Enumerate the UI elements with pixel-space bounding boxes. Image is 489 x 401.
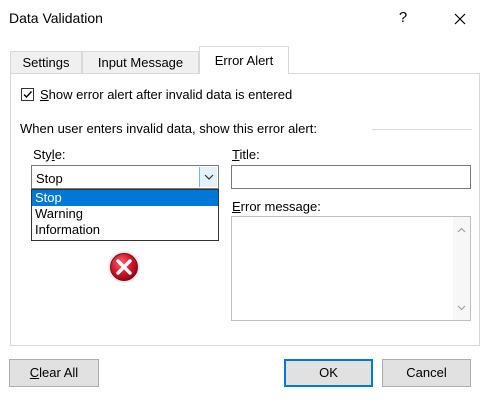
title-label: Title: (232, 147, 260, 162)
style-option-warning[interactable]: Warning (32, 206, 218, 222)
scroll-down-icon[interactable] (457, 305, 466, 311)
title-input[interactable] (231, 165, 471, 189)
error-stop-icon (108, 251, 140, 283)
cancel-button[interactable]: Cancel (382, 359, 471, 387)
style-dropdown-list: Stop Warning Information (31, 189, 219, 241)
close-button[interactable] (447, 7, 473, 31)
show-error-alert-label[interactable]: Show error alert after invalid data is e… (40, 87, 292, 102)
style-dropdown-button[interactable] (199, 167, 217, 187)
clear-all-button[interactable]: Clear All (9, 359, 99, 387)
error-message-textarea[interactable] (231, 216, 471, 321)
tab-settings[interactable]: Settings (10, 51, 82, 73)
help-button[interactable]: ? (391, 6, 415, 30)
ok-button[interactable]: OK (284, 359, 373, 387)
section-label: When user enters invalid data, show this… (20, 121, 317, 136)
title-bar: Data Validation ? (0, 0, 489, 38)
section-divider (372, 129, 472, 130)
tab-error-alert[interactable]: Error Alert (199, 46, 289, 74)
chevron-down-icon (204, 174, 214, 180)
style-select[interactable]: Stop (31, 165, 219, 189)
dialog-title: Data Validation (9, 10, 103, 26)
close-icon (454, 13, 466, 25)
style-option-stop[interactable]: Stop (32, 190, 218, 206)
style-option-information[interactable]: Information (32, 222, 218, 238)
scroll-up-icon[interactable] (457, 227, 466, 233)
checkmark-icon (23, 91, 33, 99)
show-error-alert-checkbox[interactable] (21, 88, 34, 101)
style-label: Style: (33, 147, 66, 162)
error-message-label: Error message: (232, 199, 321, 214)
error-message-scrollbar[interactable] (453, 217, 470, 320)
style-select-value: Stop (36, 171, 63, 186)
tab-input-message[interactable]: Input Message (82, 51, 199, 73)
